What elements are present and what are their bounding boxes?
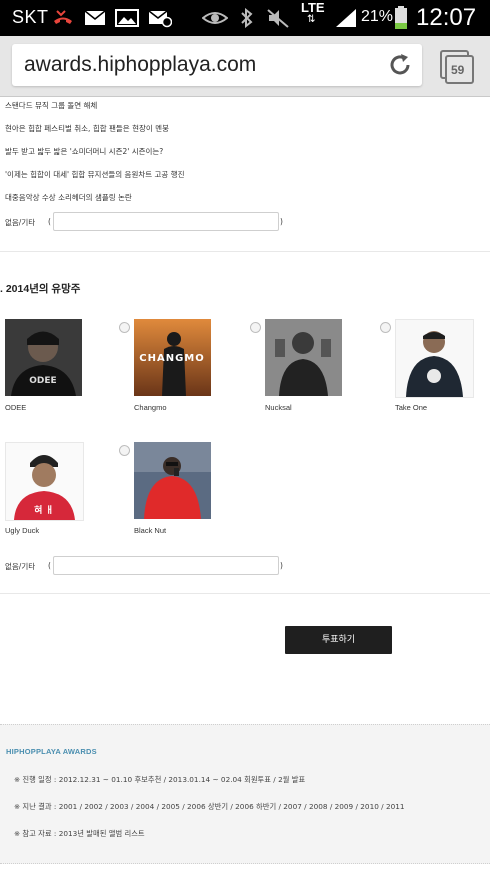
news-item-2: 현아은 힙합 페스티벌 취소, 힙합 팬들은 현장이 멘붕: [5, 124, 169, 133]
paren-left: (: [48, 561, 51, 570]
news-item-1: 스탠다드 뮤직 그룹 돌연 해체: [5, 101, 98, 110]
svg-text:CHANGMO: CHANGMO: [139, 353, 204, 364]
tab-count: 59: [451, 63, 465, 77]
radio-button[interactable]: [119, 322, 130, 333]
page-content: 스탠다드 뮤직 그룹 돌연 해체 현아은 힙합 페스티벌 취소, 힙합 팬들은 …: [0, 97, 490, 871]
candidate-photo: [134, 442, 211, 519]
data-arrows-icon: ⇅: [307, 14, 316, 25]
signal-icon: [336, 9, 356, 27]
candidate-odee[interactable]: ODEE ODEE: [0, 319, 110, 429]
candidate-photo: ODEE: [5, 319, 82, 396]
candidate-take-one[interactable]: Take One: [380, 319, 490, 429]
status-bar: SKT LTE ⇅ 21% 12:07: [0, 0, 490, 36]
mail-icon: [84, 10, 106, 25]
paren-right: ): [280, 561, 283, 570]
radio-button[interactable]: [380, 322, 391, 333]
candidate-name: Ugly Duck: [5, 526, 40, 535]
footer-past-results[interactable]: ※ 지난 결과 : 2001 / 2002 / 2003 / 2004 / 20…: [14, 802, 405, 812]
battery-percent: 21%: [361, 8, 394, 25]
divider: [0, 251, 490, 252]
candidate-name: Nucksal: [265, 403, 292, 412]
news-item-4: '이제는 힙합이 대세' 힙합 뮤지션들의 음원차트 고공 행진: [5, 170, 185, 179]
reload-icon[interactable]: [386, 51, 414, 79]
mute-icon: [267, 9, 289, 28]
radio-button[interactable]: [119, 445, 130, 456]
lte-icon: LTE ⇅: [301, 0, 325, 26]
candidate-changmo[interactable]: CHANGMO Changmo: [119, 319, 229, 429]
svg-text:ODEE: ODEE: [29, 376, 56, 386]
tabs-button[interactable]: 59: [440, 50, 474, 84]
clock: 12:07: [416, 4, 477, 31]
footer: HIPHOPPLAYA AWARDS ※ 진행 일정 : 2012.12.31 …: [0, 724, 490, 864]
eye-icon: [202, 12, 228, 24]
footer-reference[interactable]: ※ 참고 자료 : 2013년 발매된 앨범 리스트: [14, 829, 145, 839]
news-item-3: 발두 받고 밟두 밟은 '쇼미더머니 시즌2' 시즌이는?: [5, 147, 164, 156]
footer-title: HIPHOPPLAYA AWARDS: [6, 747, 97, 756]
svg-text:혀 ㅐ: 혀 ㅐ: [34, 504, 54, 516]
section-other-input-field[interactable]: [53, 556, 279, 575]
candidate-name: Take One: [395, 403, 428, 412]
candidate-photo: CHANGMO: [134, 319, 211, 396]
browser-toolbar: awards.hiphopplaya.com 59: [0, 36, 490, 97]
other-input-label: 없음/기타: [5, 218, 36, 227]
url-text[interactable]: awards.hiphopplaya.com: [24, 53, 256, 77]
section-other-input-label: 없음/기타: [5, 562, 36, 571]
news-item-5: 대중음악상 수상 소리헤더의 샘플링 논란: [5, 193, 132, 202]
other-input-field[interactable]: [53, 212, 279, 231]
carrier-label: SKT: [12, 7, 49, 27]
candidate-photo: 혀 ㅐ: [5, 442, 84, 521]
missed-call-icon: [54, 10, 72, 24]
radio-button[interactable]: [250, 322, 261, 333]
candidate-ugly-duck[interactable]: 혀 ㅐ Ugly Duck: [0, 442, 110, 552]
candidate-black-nut[interactable]: Black Nut: [119, 442, 229, 552]
candidate-name: Changmo: [134, 403, 167, 412]
network-label: LTE: [301, 0, 325, 15]
paren-right: ): [280, 217, 283, 226]
paren-left: (: [48, 217, 51, 226]
bluetooth-icon: [241, 8, 253, 28]
divider: [0, 593, 490, 594]
address-bar[interactable]: awards.hiphopplaya.com: [12, 44, 422, 86]
image-icon: [115, 9, 139, 27]
candidate-nucksal[interactable]: Nucksal: [250, 319, 360, 429]
candidate-name: Black Nut: [134, 526, 167, 535]
candidate-photo: [265, 319, 342, 396]
candidate-name: ODEE: [5, 403, 27, 412]
candidate-photo: [395, 319, 474, 398]
section-title: . 2014년의 유망주: [0, 283, 81, 295]
footer-schedule: ※ 진행 일정 : 2012.12.31 ~ 01.10 후보추천 / 2013…: [14, 775, 306, 784]
vote-button[interactable]: 투표하기: [285, 626, 392, 654]
battery-icon: [395, 6, 407, 29]
mail-sync-icon: [148, 10, 172, 28]
